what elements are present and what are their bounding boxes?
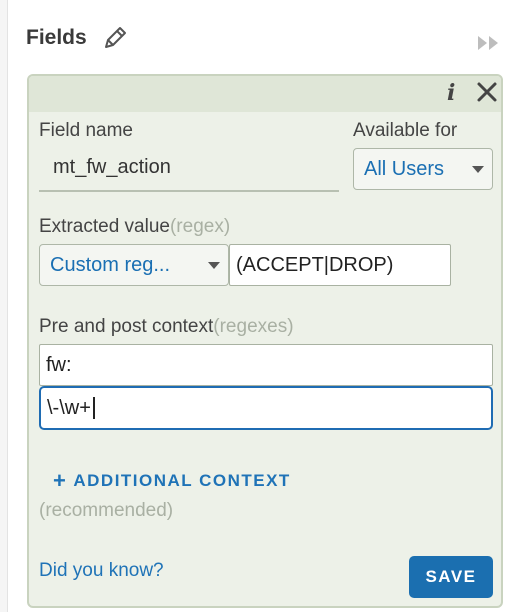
pre-context-input[interactable]: fw: <box>39 344 493 386</box>
regex-input[interactable]: (ACCEPT|DROP) <box>229 244 451 286</box>
left-edge-strip <box>0 0 8 612</box>
extracted-value-hint: (regex) <box>169 216 231 237</box>
context-label: Pre and post context(regexes) <box>39 316 294 337</box>
collapse-panel-icon[interactable] <box>476 34 502 52</box>
close-icon[interactable] <box>475 80 499 104</box>
available-for-value: All Users <box>364 157 445 180</box>
context-hint: (regexes) <box>213 316 294 337</box>
field-name-underline <box>39 190 339 192</box>
plus-icon: + <box>53 468 68 493</box>
save-button[interactable]: SAVE <box>409 556 493 598</box>
field-name-input[interactable]: mt_fw_action <box>53 156 171 179</box>
field-editor-panel: i Field name mt_fw_action Available for … <box>27 74 503 608</box>
info-icon[interactable]: i <box>447 80 455 106</box>
field-name-label: Field name <box>39 120 133 141</box>
recommended-hint: (recommended) <box>39 500 174 521</box>
fields-header: Fields <box>26 24 129 52</box>
panel-toolbar <box>29 76 501 112</box>
extraction-type-value: Custom reg... <box>50 253 171 276</box>
extraction-type-select[interactable]: Custom reg... <box>39 244 229 286</box>
dropdown-caret-icon <box>208 262 220 269</box>
text-cursor <box>92 397 95 419</box>
additional-context-link[interactable]: + ADDITIONAL CONTEXT <box>53 470 291 492</box>
page-title: Fields <box>26 26 87 49</box>
extracted-value-label: Extracted value(regex) <box>39 216 231 237</box>
post-context-input[interactable]: \-\w+ <box>39 386 493 430</box>
did-you-know-link[interactable]: Did you know? <box>39 560 164 582</box>
dropdown-caret-icon <box>472 166 484 173</box>
available-for-select[interactable]: All Users <box>353 148 493 190</box>
available-for-label: Available for <box>353 120 458 141</box>
pencil-icon[interactable] <box>101 24 129 52</box>
